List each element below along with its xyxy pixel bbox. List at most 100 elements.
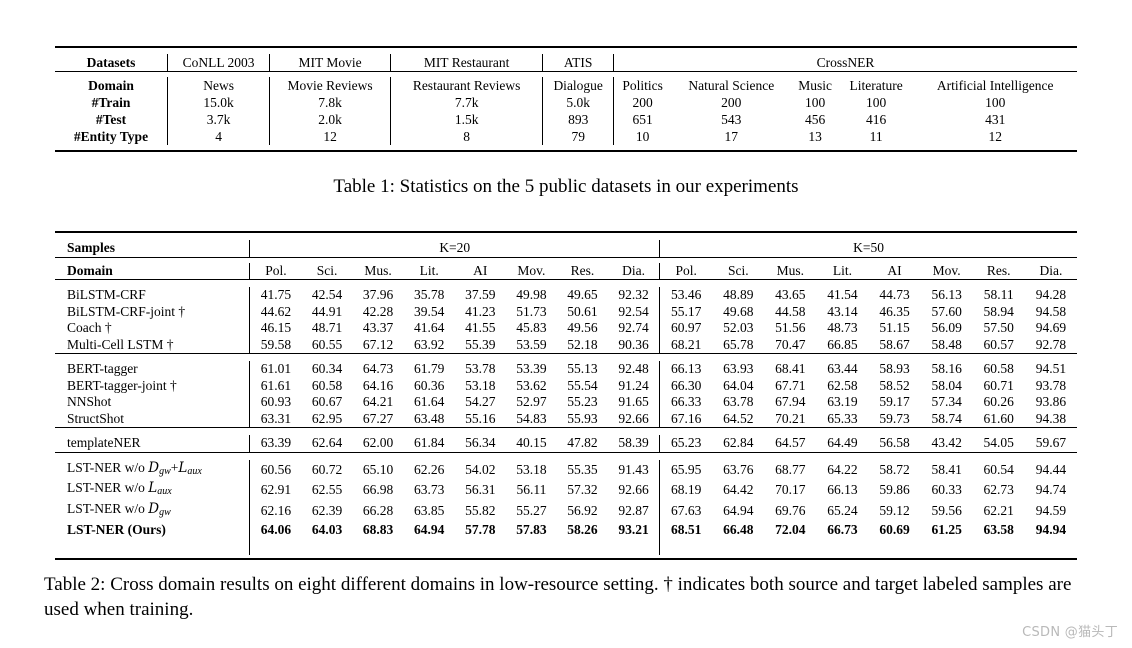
dagger-icon: †	[178, 303, 186, 319]
table-2-caption: Table 2: Cross domain results on eight d…	[44, 574, 1072, 620]
table-2-cell: 37.96	[362, 287, 394, 302]
table-2-cell: 47.82	[567, 435, 598, 450]
table-2-cell: 91.43	[618, 461, 649, 477]
table-2-rowlabel-nnshot: NNShot	[67, 394, 112, 409]
table-2-cell: 60.58	[311, 377, 343, 393]
table-2-cell: 62.00	[362, 435, 394, 450]
table-1-cell: 651	[613, 111, 672, 128]
table-2-cell: 57.32	[567, 482, 598, 498]
table-2-header-rule	[55, 279, 1077, 288]
table-row: BiLSTM-CRF 41.75 42.54 37.96 35.78 37.59…	[55, 287, 1077, 304]
table-2-cell: 35.78	[414, 287, 445, 302]
table-2-cell: 43.65	[775, 287, 806, 302]
table-2-colheader-k20-sci: Sci.	[316, 262, 338, 278]
table-2-cell: 60.72	[311, 461, 343, 477]
table-2-cell: 65.33	[827, 410, 858, 426]
table-row: LST-NER w/o Dgw 62.16 62.39 66.28 63.85 …	[55, 500, 1077, 522]
table-2-cell: 66.30	[659, 377, 713, 394]
table-2-colheader-k20-lit: Lit.	[419, 262, 439, 278]
table-2-cell: 60.34	[311, 361, 343, 376]
table-2-cell: 62.95	[311, 410, 343, 426]
table-2-cell: 92.78	[1035, 336, 1067, 352]
table-2-cell: 59.67	[1035, 435, 1067, 450]
table-2-cell: 70.17	[775, 482, 806, 498]
table-row: BiLSTM-CRF-joint † 44.62 44.91 42.28 39.…	[55, 303, 1077, 320]
table-2-colheader-k50-dia: Dia.	[1039, 262, 1063, 278]
table-2-colheader-k50-res: Res.	[986, 262, 1011, 278]
table-1-cell: Restaurant Reviews	[389, 77, 543, 94]
table-2-cell: 64.73	[362, 361, 394, 376]
table-1-cell: News	[166, 77, 270, 94]
table-2-tail-spacer	[55, 538, 1077, 555]
table-2-cell: 49.56	[567, 320, 598, 335]
table-2-cell: 63.39	[249, 435, 302, 452]
table-2-cell: 56.31	[465, 482, 496, 498]
table-1-cell: 200	[613, 94, 672, 111]
table-2-cell: 61.61	[249, 377, 302, 394]
table-1-cell: Music	[798, 78, 833, 93]
table-2-rowlabel-lstner-ours: LST-NER (Ours)	[67, 521, 166, 537]
table-2-cell: 57.83	[516, 521, 547, 537]
table-2-cell: 60.55	[311, 336, 343, 352]
table-2-cell: 63.93	[723, 361, 754, 376]
table-2-cell: 68.83	[362, 521, 394, 537]
table-2-cell: 39.54	[414, 303, 445, 319]
table-1-group-header-row: Datasets CoNLL 2003 MIT Movie MIT Restau…	[55, 54, 1077, 72]
table-2-cell: 59.58	[249, 336, 302, 354]
table-1-row-test: #Test 3.7k 2.0k 1.5k 893 651 543 456 416…	[55, 111, 1077, 128]
table-2-cell: 62.55	[311, 482, 343, 498]
table-2-cell: 69.76	[775, 502, 806, 518]
table-2-cell: 60.57	[983, 336, 1014, 352]
table-1-cell: 3.7k	[166, 111, 270, 128]
table-2-cell: 59.73	[879, 410, 910, 426]
table-2-cell: 60.67	[311, 394, 343, 409]
table-1-cell: 100	[805, 95, 826, 110]
table-2-cell: 65.95	[659, 459, 713, 481]
table-2-cell: 63.48	[414, 410, 445, 426]
table-2-cell: 92.54	[618, 303, 649, 319]
table-2-cell: 67.12	[362, 336, 394, 352]
table-2-cell: 54.05	[983, 435, 1014, 450]
table-2-block-rule-1	[55, 353, 1077, 362]
table-row: LST-NER w/o Dgw+Laux 60.56 60.72 65.10 6…	[55, 459, 1077, 481]
table-2-cell: 59.12	[879, 502, 910, 518]
table-1-group-mit-movie: MIT Movie	[269, 54, 391, 72]
table-2-rowlabel-structshot: StructShot	[67, 410, 125, 426]
table-2-cell: 57.78	[465, 521, 496, 537]
table-2-cell: 54.83	[516, 410, 547, 426]
table-1-cell: 7.8k	[269, 94, 391, 111]
table-2-cell: 58.11	[983, 287, 1014, 302]
table-2-cell: 94.44	[1035, 461, 1067, 477]
table-1-cell: Literature	[849, 78, 903, 93]
table-2-cell: 66.48	[723, 521, 754, 537]
table-2-kgroup-k20: K=20	[249, 240, 660, 257]
table-2-cell: 66.33	[659, 394, 713, 411]
table-2-cell: 48.89	[723, 287, 754, 302]
table-2-cell: 58.72	[879, 461, 910, 477]
table-2-cell: 57.60	[931, 303, 962, 319]
table-1-top-rule	[55, 47, 1077, 54]
table-2-cell: 55.16	[465, 410, 496, 426]
table-2-cell: 51.15	[879, 320, 910, 335]
table-2-cell: 53.78	[465, 361, 496, 376]
table-1-caption: Table 1: Statistics on the 5 public data…	[333, 176, 799, 197]
table-2-cell: 66.28	[362, 502, 394, 518]
table-2-cell: 51.56	[775, 320, 806, 335]
table-2-cell: 64.16	[362, 377, 394, 393]
table-2-cell: 56.92	[567, 502, 598, 518]
table-1-datasets-label: Datasets	[86, 55, 136, 70]
table-row: NNShot 60.93 60.67 64.21 61.64 54.27 52.…	[55, 394, 1077, 411]
table-2-colheader-k50-mov: Mov.	[932, 262, 961, 278]
csdn-watermark: CSDN @猫头丁	[1022, 625, 1118, 640]
table-1-row-entity-type: #Entity Type 4 12 8 79 10 17 13 11 12	[55, 128, 1077, 145]
table-2-cell: 58.93	[879, 361, 910, 376]
table-1-cell: 543	[721, 112, 742, 127]
table-1-cell: 8	[389, 128, 543, 145]
table-2-cell: 60.56	[249, 459, 302, 481]
table-2-cell: 67.63	[659, 500, 713, 522]
table-2-domain-label: Domain	[67, 262, 113, 278]
table-2-cell: 91.24	[618, 377, 649, 393]
table-2-cell: 93.21	[618, 521, 649, 537]
table-2-block-rule-3	[55, 452, 1077, 460]
table-2-cell: 60.69	[879, 521, 910, 537]
